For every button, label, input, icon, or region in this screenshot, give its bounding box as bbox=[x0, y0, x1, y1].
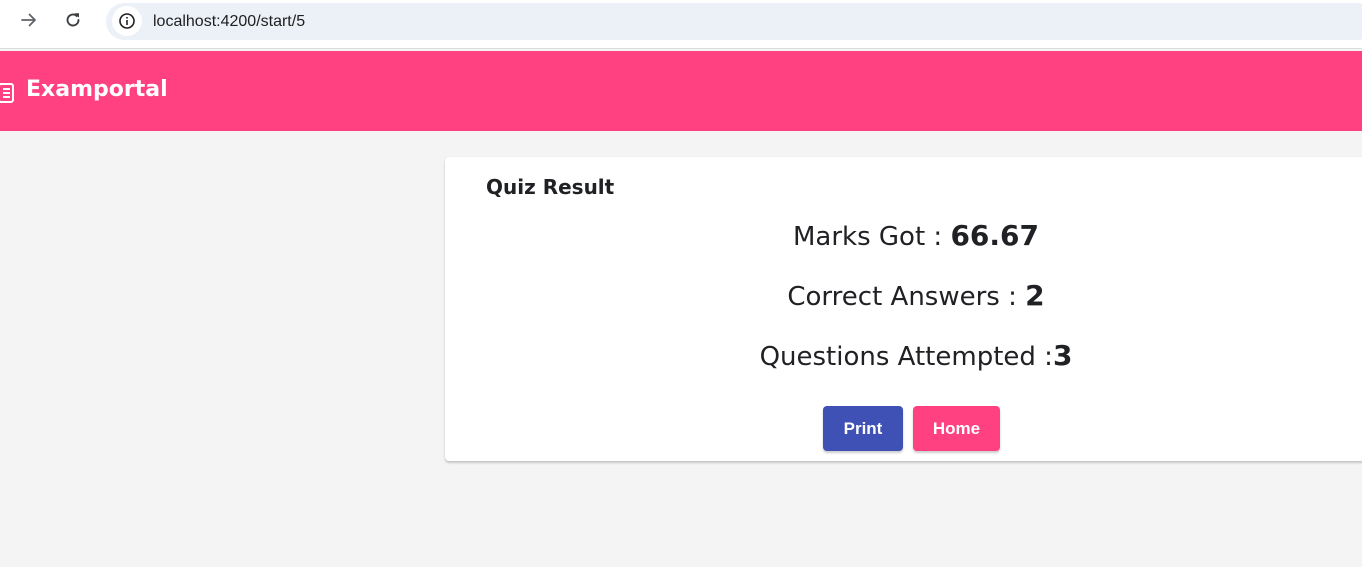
arrow-right-icon bbox=[20, 11, 38, 34]
print-button[interactable]: Print bbox=[823, 406, 903, 451]
questions-attempted-value: 3 bbox=[1052, 339, 1073, 372]
quiz-result-card: Quiz Result Marks Got : 66.67 Correct An… bbox=[445, 157, 1362, 461]
book-icon bbox=[0, 82, 16, 109]
address-bar[interactable]: localhost:4200/start/5 bbox=[106, 3, 1362, 40]
app-title[interactable]: Examportal bbox=[26, 77, 168, 102]
questions-attempted-label: Questions Attempted : bbox=[759, 342, 1053, 372]
site-info-icon[interactable] bbox=[112, 6, 142, 36]
browser-bar: localhost:4200/start/5 bbox=[0, 0, 1362, 49]
reload-button[interactable] bbox=[58, 8, 88, 36]
questions-attempted-line: Questions Attempted :3 bbox=[445, 339, 1362, 372]
correct-answers-label: Correct Answers : bbox=[787, 282, 1026, 312]
marks-label: Marks Got : bbox=[792, 222, 951, 252]
card-title: Quiz Result bbox=[486, 175, 615, 199]
app-toolbar: Examportal bbox=[0, 51, 1362, 131]
marks-value: 66.67 bbox=[950, 219, 1040, 252]
correct-answers-value: 2 bbox=[1025, 279, 1045, 312]
forward-button[interactable] bbox=[14, 8, 44, 36]
home-button[interactable]: Home bbox=[913, 406, 1000, 451]
marks-got-line: Marks Got : 66.67 bbox=[445, 219, 1362, 252]
url-text[interactable]: localhost:4200/start/5 bbox=[153, 13, 305, 31]
correct-answers-line: Correct Answers : 2 bbox=[445, 279, 1362, 312]
reload-icon bbox=[64, 11, 82, 34]
